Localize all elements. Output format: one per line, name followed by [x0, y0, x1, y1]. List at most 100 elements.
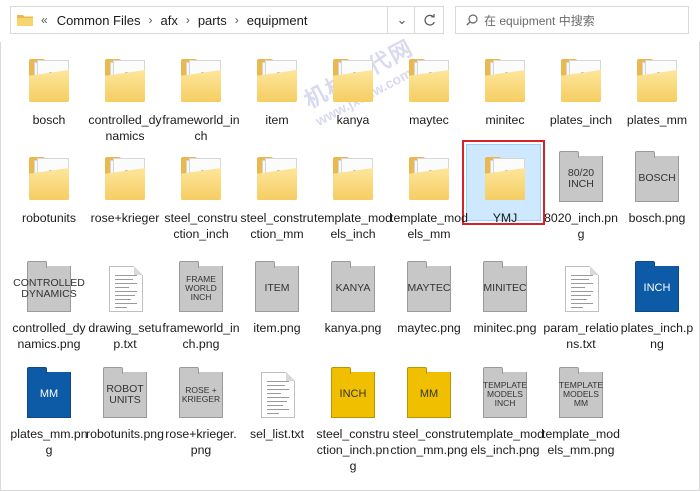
folder-icon: [175, 56, 227, 108]
image-thumbnail-icon: MINITEC: [479, 261, 531, 316]
image-thumbnail-icon: MM: [23, 367, 75, 422]
image-thumbnail-icon: INCH: [327, 367, 379, 422]
overflow-chevron-icon[interactable]: «: [39, 13, 54, 27]
folder-item-template-models-inch[interactable]: template_models_inch: [314, 148, 392, 260]
breadcrumb-parts[interactable]: parts: [195, 13, 230, 28]
file-item-8020-inch-png[interactable]: 80/20 INCH 8020_inch.png: [544, 148, 618, 260]
address-bar[interactable]: « Common Files › afx › parts › equipment: [10, 6, 388, 34]
item-label: minitec: [485, 113, 525, 127]
folder-icon: [99, 154, 151, 206]
item-label: rose+krieger.png: [165, 427, 237, 457]
item-label: 8020_inch.png: [544, 211, 618, 241]
item-label: robotunits: [21, 211, 76, 225]
file-item-frameworld-inch-png[interactable]: FRAME WORLD INCH frameworld_inch.png: [162, 258, 240, 370]
item-label: drawing_setup.txt: [88, 321, 162, 351]
image-thumbnail-icon: KANYA: [327, 261, 379, 316]
folder-icon: [99, 56, 151, 108]
breadcrumb-equipment[interactable]: equipment: [244, 13, 311, 28]
folder-icon: [403, 56, 455, 108]
file-item-sel-list-txt[interactable]: sel_list.txt: [240, 364, 314, 476]
text-document-icon: [251, 370, 303, 422]
item-label: YMJ: [492, 211, 518, 225]
item-label: kanya: [336, 113, 370, 127]
thumbnail-text: INCH: [331, 367, 375, 418]
item-label: bosch.png: [628, 211, 686, 225]
item-label: item.png: [253, 321, 301, 335]
folder-icon: [555, 56, 607, 108]
item-label: controlled_dynamics: [88, 113, 162, 143]
breadcrumb-afx[interactable]: afx: [157, 13, 180, 28]
file-item-param-relations-txt[interactable]: param_relations.txt: [543, 258, 619, 370]
item-label: template_models_mm: [390, 211, 468, 241]
thumbnail-text: ROSE + KRIEGER: [179, 367, 223, 418]
image-thumbnail-icon: TEMPLATE MODELS MM: [555, 367, 607, 422]
refresh-button[interactable]: [414, 6, 444, 34]
folder-icon: [251, 56, 303, 108]
folder-item-plates-mm[interactable]: plates_mm: [620, 50, 694, 162]
folder-item-controlled-dynamics[interactable]: controlled_dynamics: [88, 50, 162, 162]
image-thumbnail-icon: INCH: [631, 261, 683, 316]
folder-item-kanya[interactable]: kanya: [316, 50, 390, 162]
file-item-rose-krieger-png[interactable]: ROSE + KRIEGER rose+krieger.png: [164, 364, 238, 476]
folder-item-ymj[interactable]: YMJ: [468, 148, 542, 260]
folder-icon: [479, 154, 531, 206]
thumbnail-text: 80/20 INCH: [559, 151, 603, 202]
file-item-template-models-mm-png[interactable]: TEMPLATE MODELS MM template_models_mm.png: [542, 364, 620, 476]
file-item-robotunits-png[interactable]: ROBOT UNITS robotunits.png: [86, 364, 164, 476]
text-document-icon: [99, 264, 151, 316]
chevron-right-icon[interactable]: ›: [143, 13, 157, 27]
folder-item-maytec[interactable]: maytec: [392, 50, 466, 162]
folder-icon: [17, 14, 33, 26]
file-item-steel-construction-inch-png[interactable]: INCH steel_construction_inch.png: [316, 364, 390, 476]
folder-item-robotunits[interactable]: robotunits: [12, 148, 86, 260]
folder-icon: [403, 154, 455, 206]
folder-item-steel-construction-mm[interactable]: steel_construction_mm: [240, 148, 314, 260]
search-box[interactable]: 在 equipment 中搜索: [455, 6, 689, 34]
folder-item-bosch[interactable]: bosch: [12, 50, 86, 162]
thumbnail-text: TEMPLATE MODELS MM: [559, 367, 603, 418]
file-item-item-png[interactable]: ITEM item.png: [240, 258, 314, 370]
file-item-kanya-png[interactable]: KANYA kanya.png: [316, 258, 390, 370]
file-item-plates-mm-png[interactable]: MM plates_mm.png: [10, 364, 88, 476]
file-item-bosch-png[interactable]: BOSCH bosch.png: [620, 148, 694, 260]
file-item-template-models-inch-png[interactable]: TEMPLATE MODELS INCH template_models_inch…: [466, 364, 544, 476]
item-label: controlled_dynamics.png: [12, 321, 86, 351]
item-label: plates_inch.png: [620, 321, 694, 351]
item-label: rose+krieger: [90, 211, 160, 225]
image-thumbnail-icon: ITEM: [251, 261, 303, 316]
folder-item-steel-construction-inch[interactable]: steel_construction_inch: [164, 148, 238, 260]
thumbnail-text: MM: [407, 367, 451, 418]
item-label: maytec: [409, 113, 449, 127]
chevron-right-icon[interactable]: ›: [230, 13, 244, 27]
item-label: frameworld_inch.png: [162, 321, 240, 351]
thumbnail-text: ROBOT UNITS: [103, 367, 147, 418]
item-label: kanya.png: [324, 321, 382, 335]
item-label: bosch: [32, 113, 66, 127]
folder-icon: [23, 56, 75, 108]
item-label: item: [265, 113, 289, 127]
thumbnail-text: INCH: [635, 261, 679, 312]
folder-icon: [631, 56, 683, 108]
file-item-plates-inch-png[interactable]: INCH plates_inch.png: [620, 258, 694, 370]
thumbnail-text: TEMPLATE MODELS INCH: [483, 367, 527, 418]
folder-item-frameworld-inch[interactable]: frameworld_inch: [162, 50, 240, 162]
chevron-down-icon: ⌄: [396, 12, 408, 27]
file-item-steel-construction-mm-png[interactable]: MM steel_construction_mm.png: [390, 364, 468, 476]
folder-item-template-models-mm[interactable]: template_models_mm: [390, 148, 468, 260]
folder-item-plates-inch[interactable]: plates_inch: [544, 50, 618, 162]
folder-item-rose-krieger[interactable]: rose+krieger: [88, 148, 162, 260]
file-item-controlled-dynamics-png[interactable]: CONTROLLED DYNAMICS controlled_dynamics.p…: [12, 258, 86, 370]
file-item-drawing-setup-txt[interactable]: drawing_setup.txt: [88, 258, 162, 370]
item-label: frameworld_inch: [162, 113, 240, 143]
file-item-minitec-png[interactable]: MINITEC minitec.png: [468, 258, 542, 370]
breadcrumb-common-files[interactable]: Common Files: [54, 13, 144, 28]
folder-item-item[interactable]: item: [240, 50, 314, 162]
chevron-right-icon[interactable]: ›: [181, 13, 195, 27]
folder-icon: [327, 56, 379, 108]
image-thumbnail-icon: 80/20 INCH: [555, 151, 607, 206]
thumbnail-text: ITEM: [255, 261, 299, 312]
thumbnail-text: FRAME WORLD INCH: [179, 261, 223, 312]
refresh-icon: [424, 13, 435, 26]
file-item-maytec-png[interactable]: MAYTEC maytec.png: [392, 258, 466, 370]
item-label: template_models_inch: [314, 211, 392, 241]
